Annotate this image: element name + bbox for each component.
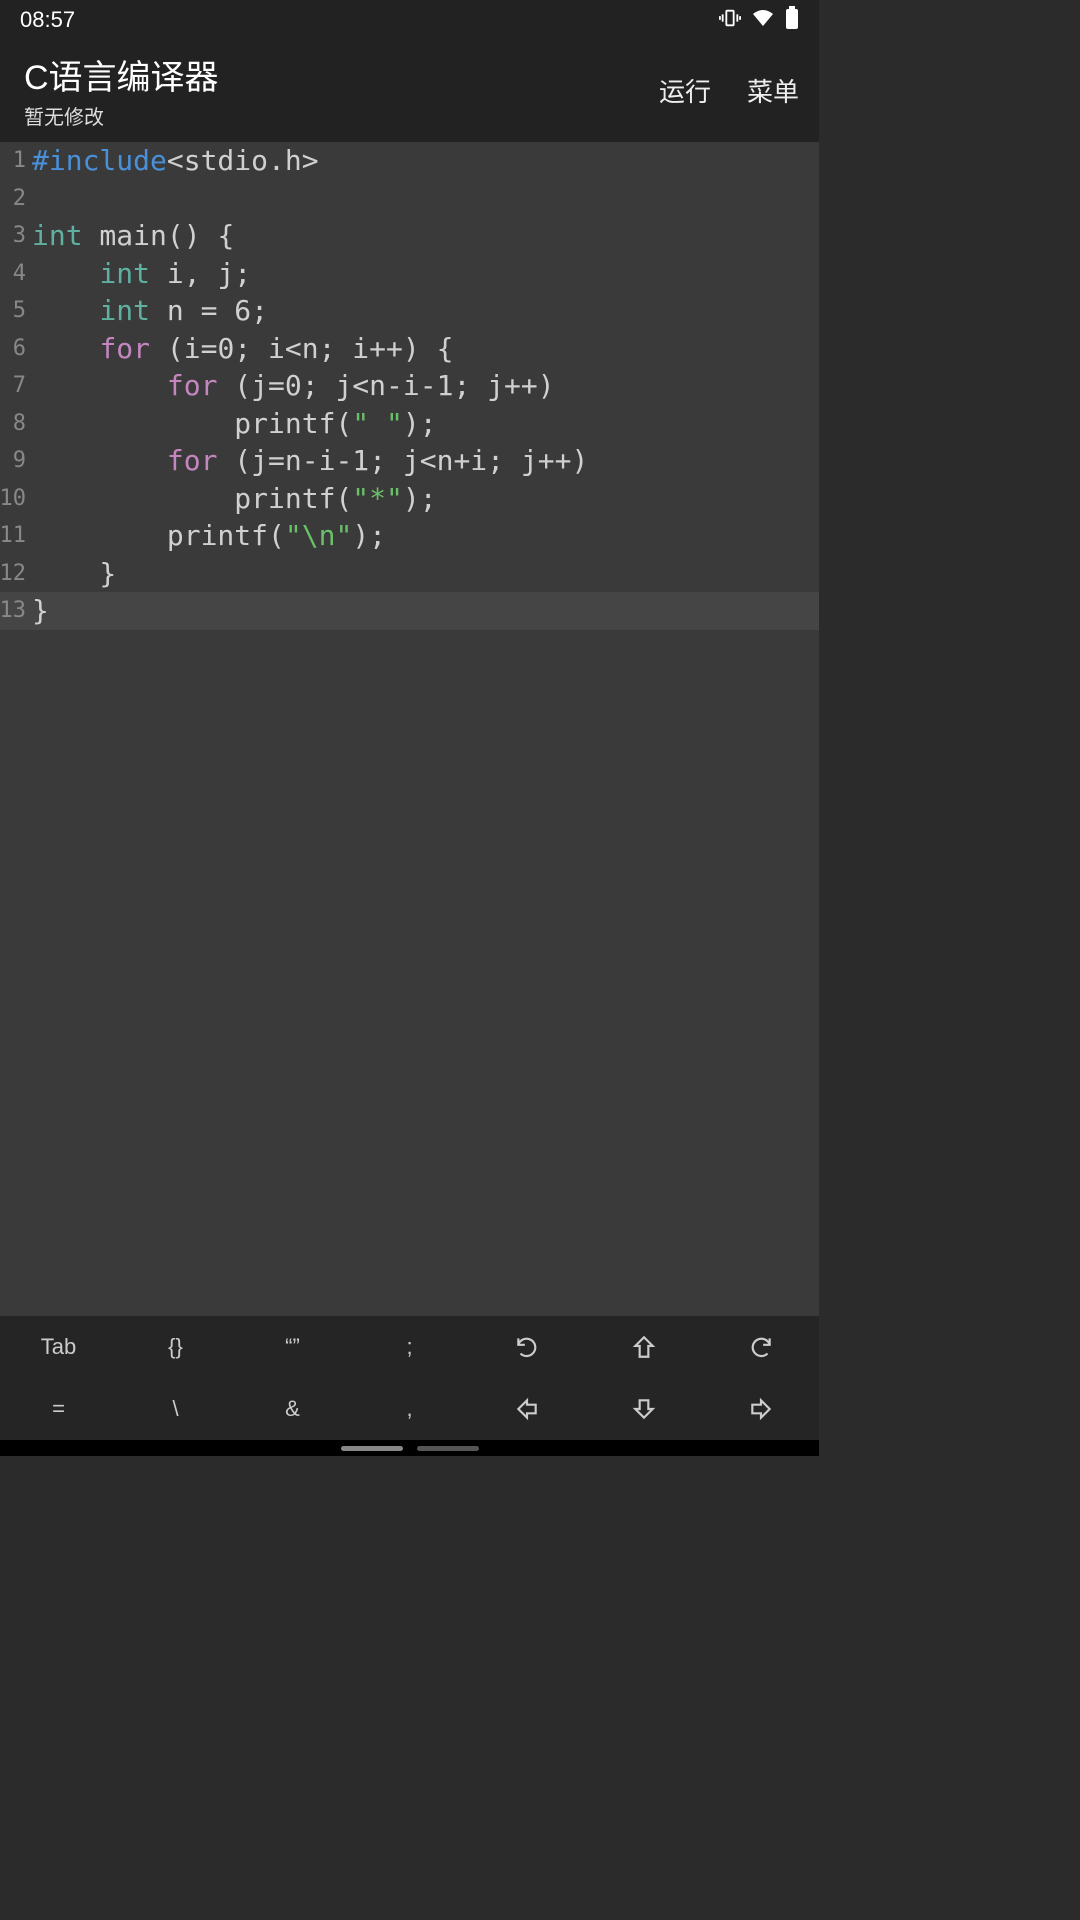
down-icon[interactable] xyxy=(585,1378,702,1440)
code-line[interactable]: 1#include<stdio.h> xyxy=(0,142,819,180)
run-button[interactable]: 运行 xyxy=(659,72,711,109)
line-number: 12 xyxy=(0,555,30,593)
line-content[interactable]: int main() { xyxy=(30,217,234,255)
code-line[interactable]: 2 xyxy=(0,180,819,218)
line-content[interactable]: printf("\n"); xyxy=(30,517,386,555)
code-line[interactable]: 12 } xyxy=(0,555,819,593)
code-line[interactable]: 4 int i, j; xyxy=(0,255,819,293)
line-content[interactable]: for (j=n-i-1; j<n+i; j++) xyxy=(30,442,588,480)
redo-icon[interactable] xyxy=(702,1316,819,1378)
line-number: 6 xyxy=(0,330,30,368)
undo-icon[interactable] xyxy=(468,1316,585,1378)
line-number: 4 xyxy=(0,255,30,293)
code-line[interactable]: 9 for (j=n-i-1; j<n+i; j++) xyxy=(0,442,819,480)
line-content[interactable]: } xyxy=(30,592,49,630)
up-icon[interactable] xyxy=(585,1316,702,1378)
code-line[interactable]: 6 for (i=0; i<n; i++) { xyxy=(0,330,819,368)
line-content[interactable]: for (i=0; i<n; i++) { xyxy=(30,330,453,368)
key-symsym[interactable]: “” xyxy=(234,1316,351,1378)
line-number: 7 xyxy=(0,367,30,405)
line-number: 8 xyxy=(0,405,30,443)
line-number: 5 xyxy=(0,292,30,330)
code-editor[interactable]: 1#include<stdio.h>23int main() {4 int i,… xyxy=(0,142,819,630)
right-icon[interactable] xyxy=(702,1378,819,1440)
line-number: 1 xyxy=(0,142,30,180)
editor-background[interactable] xyxy=(0,630,819,1317)
status-icons xyxy=(719,6,799,35)
app-title: C语言编译器 xyxy=(24,50,219,99)
line-number: 13 xyxy=(0,592,30,630)
nav-bar[interactable] xyxy=(0,1440,819,1456)
nav-pill[interactable] xyxy=(341,1446,403,1451)
key-sym[interactable]: & xyxy=(234,1378,351,1440)
code-line[interactable]: 8 printf(" "); xyxy=(0,405,819,443)
code-line[interactable]: 11 printf("\n"); xyxy=(0,517,819,555)
key-sym[interactable]: \ xyxy=(117,1378,234,1440)
line-content[interactable]: printf(" "); xyxy=(30,405,437,443)
key-sym[interactable]: , xyxy=(351,1378,468,1440)
app-actions: 运行 菜单 xyxy=(659,72,799,109)
nav-pill[interactable] xyxy=(417,1446,479,1451)
line-content[interactable]: } xyxy=(30,555,116,593)
app-subtitle: 暂无修改 xyxy=(24,101,219,130)
line-number: 9 xyxy=(0,442,30,480)
code-line[interactable]: 10 printf("*"); xyxy=(0,480,819,518)
vibrate-icon xyxy=(719,7,741,34)
line-number: 3 xyxy=(0,217,30,255)
key-symsym[interactable]: {} xyxy=(117,1316,234,1378)
key-Tab[interactable]: Tab xyxy=(0,1316,117,1378)
status-time: 08:57 xyxy=(20,7,75,33)
key-sym[interactable]: ; xyxy=(351,1316,468,1378)
line-number: 10 xyxy=(0,480,30,518)
code-line[interactable]: 13} xyxy=(0,592,819,630)
line-content[interactable]: int n = 6; xyxy=(30,292,268,330)
app-title-group: C语言编译器 暂无修改 xyxy=(24,50,219,130)
app-header: C语言编译器 暂无修改 运行 菜单 xyxy=(0,40,819,142)
line-content[interactable]: printf("*"); xyxy=(30,480,437,518)
line-content[interactable] xyxy=(30,180,32,218)
line-number: 11 xyxy=(0,517,30,555)
line-content[interactable]: int i, j; xyxy=(30,255,251,293)
menu-button[interactable]: 菜单 xyxy=(747,72,799,109)
line-content[interactable]: for (j=0; j<n-i-1; j++) xyxy=(30,367,555,405)
code-line[interactable]: 3int main() { xyxy=(0,217,819,255)
wifi-icon xyxy=(751,6,775,35)
status-bar: 08:57 xyxy=(0,0,819,40)
key-sym[interactable]: = xyxy=(0,1378,117,1440)
battery-icon xyxy=(785,6,799,35)
line-content[interactable]: #include<stdio.h> xyxy=(30,142,319,180)
code-line[interactable]: 7 for (j=0; j<n-i-1; j++) xyxy=(0,367,819,405)
symbol-toolbar: Tab{}“”; =\&, xyxy=(0,1316,819,1440)
code-line[interactable]: 5 int n = 6; xyxy=(0,292,819,330)
left-icon[interactable] xyxy=(468,1378,585,1440)
line-number: 2 xyxy=(0,180,30,218)
